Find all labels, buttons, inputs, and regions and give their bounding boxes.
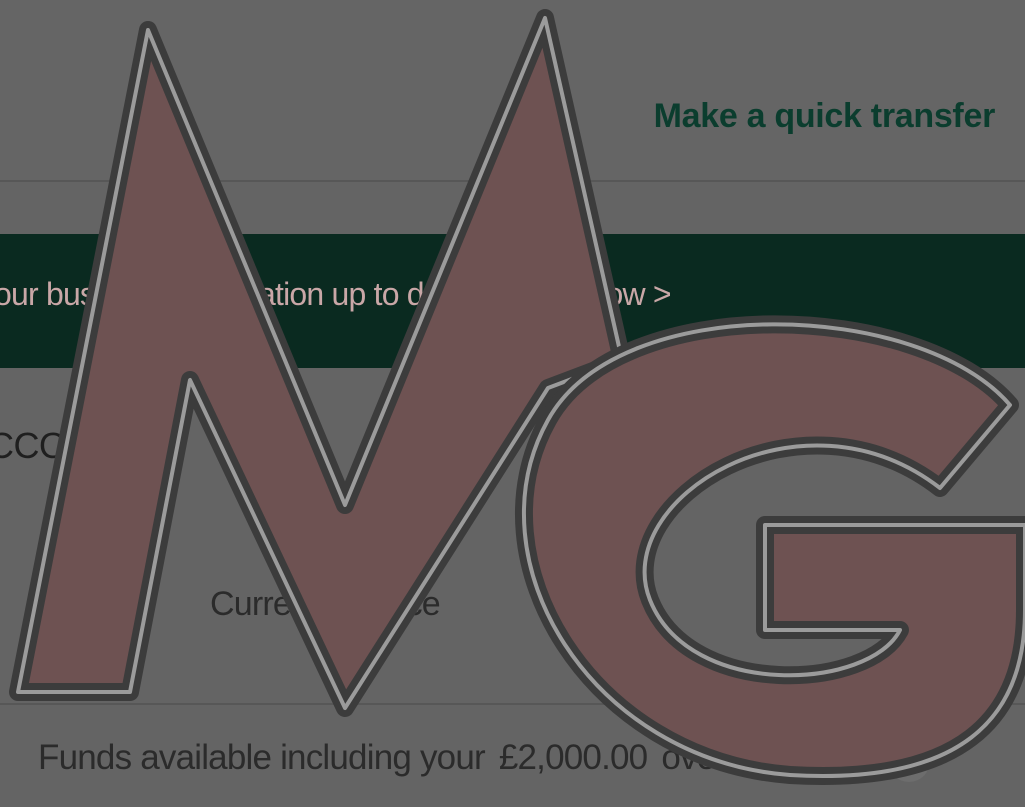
overdraft-amount: £2,000.00 [498,738,648,777]
watermark-letter-g [515,315,1025,785]
quick-transfer-link[interactable]: Make a quick transfer [654,97,996,136]
current-balance-label: Current balance [210,585,441,623]
banner-text[interactable]: our business information up to date. Upd… [0,276,672,313]
overdraft-label: overdraft [661,738,793,777]
divider [0,703,1025,705]
divider [0,180,1025,182]
funds-prefix: Funds available including your [38,738,486,777]
watermark-letter-g [522,322,1025,778]
account-heading: CCOUNT [0,425,139,466]
top-header-area [0,0,1025,180]
help-icon[interactable]: ? [888,740,930,782]
funds-available-row: Funds available including your £2,000.00 o… [38,738,806,778]
